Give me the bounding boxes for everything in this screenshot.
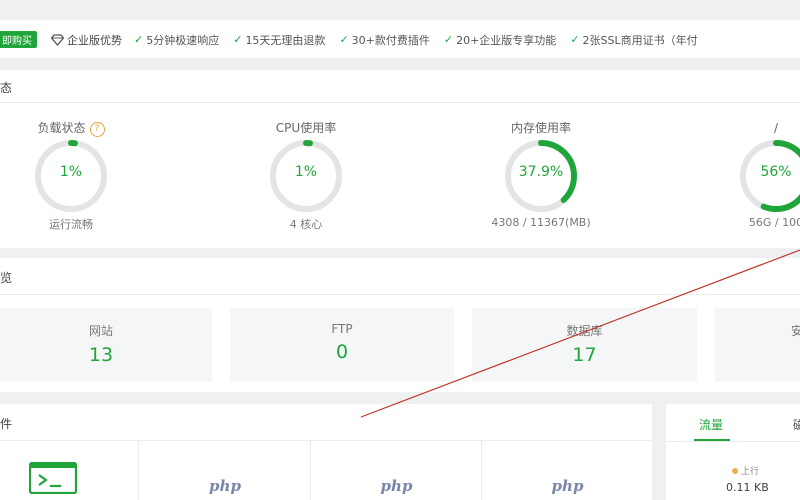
php-logo: php [209, 477, 241, 495]
overview-item-websites[interactable]: 网站 13 [0, 308, 212, 382]
gauge-value: 1% [59, 164, 83, 180]
check-icon: ✓ [134, 33, 144, 46]
overview-title: 览 [0, 271, 13, 285]
gauge-value: 56% [760, 164, 792, 180]
diamond-icon [51, 33, 64, 46]
gauge-label: 内存使用率 [510, 121, 571, 135]
overview-count[interactable]: 0 [230, 341, 454, 363]
status-title: 态 [0, 81, 13, 95]
gauge-label: CPU使用率 [275, 121, 337, 135]
overview-count[interactable]: 17 [472, 344, 697, 366]
terminal-icon [29, 462, 77, 494]
promo-bar: 即购买 企业版优势 ✓ 5分钟极速响应 ✓ 15天无理由退款 ✓ 30+款付费插… [0, 20, 800, 58]
software-tile-php[interactable]: php [310, 440, 482, 500]
buy-button[interactable]: 即购买 [0, 31, 37, 48]
gauge-subtext: 56G / 100 [748, 216, 800, 229]
overview-label: 网站 [88, 324, 113, 338]
load-gauge[interactable]: 负载状态? 1% 运行流畅 [1, 120, 141, 232]
software-panel: 件 php php php [0, 404, 652, 500]
status-panel: 态 负载状态? 1% 运行流畅 CPU使用率 1% 4 核心 内存使用率 37.… [0, 70, 800, 248]
upload-value: 0.11 KB [726, 481, 769, 494]
overview-count[interactable]: 13 [0, 344, 212, 366]
upload-legend: 上行 [732, 464, 759, 477]
overview-label: FTP [331, 322, 353, 336]
feature-item: 20+企业版专享功能 [456, 33, 557, 47]
overview-item-ftp[interactable]: FTP 0 [230, 308, 454, 382]
divider [666, 441, 800, 442]
divider [0, 294, 800, 295]
tab-traffic[interactable]: 流量 [699, 416, 723, 433]
check-icon: ✓ [443, 33, 454, 46]
tab-disk-io[interactable]: 磁 [793, 416, 800, 433]
check-icon: ✓ [233, 33, 243, 46]
pro-advantage-label: 企业版优势 [67, 33, 122, 47]
software-tile-php[interactable]: php [481, 440, 653, 500]
upload-dot-icon [732, 468, 738, 474]
feature-item: 5分钟极速响应 [146, 33, 220, 47]
gauge-label: / [773, 121, 779, 135]
php-logo: php [380, 477, 413, 495]
feature-item: 30+款付费插件 [351, 33, 430, 47]
software-tile-php[interactable]: php [138, 440, 311, 500]
gauge-subtext: 运行流畅 [49, 218, 93, 231]
gauge-value: 1% [294, 164, 318, 180]
help-icon[interactable]: ? [89, 122, 105, 137]
feature-item: 2张SSL商用证书（年付 [582, 33, 698, 47]
overview-item-security[interactable]: 安 [715, 308, 800, 382]
check-icon: ✓ [339, 33, 349, 46]
gauge-value: 37.9% [518, 164, 564, 180]
overview-panel: 览 网站 13 FTP 0 数据库 17 安 [0, 258, 800, 392]
overview-label: 安 [791, 324, 800, 338]
disk-gauge[interactable]: / 56% 56G / 100 [706, 120, 800, 229]
gauge-subtext: 4308 / 11367(MB) [491, 216, 591, 229]
traffic-panel: 流量 磁 上行 0.11 KB [666, 404, 800, 500]
overview-label: 数据库 [566, 324, 603, 338]
memory-gauge[interactable]: 内存使用率 37.9% 4308 / 11367(MB) [471, 120, 611, 229]
gauge-subtext: 4 核心 [289, 218, 323, 231]
check-icon: ✓ [570, 33, 580, 46]
gauge-label: 负载状态? [1, 120, 141, 138]
php-logo: php [551, 477, 584, 495]
software-title: 件 [0, 417, 13, 431]
feature-item: 15天无理由退款 [245, 33, 326, 47]
overview-item-databases[interactable]: 数据库 17 [472, 308, 697, 382]
promo-row: 即购买 企业版优势 ✓ 5分钟极速响应 ✓ 15天无理由退款 ✓ 30+款付费插… [0, 31, 712, 48]
software-tile-terminal[interactable] [0, 440, 138, 500]
cpu-gauge[interactable]: CPU使用率 1% 4 核心 [236, 120, 376, 232]
divider [0, 102, 800, 103]
